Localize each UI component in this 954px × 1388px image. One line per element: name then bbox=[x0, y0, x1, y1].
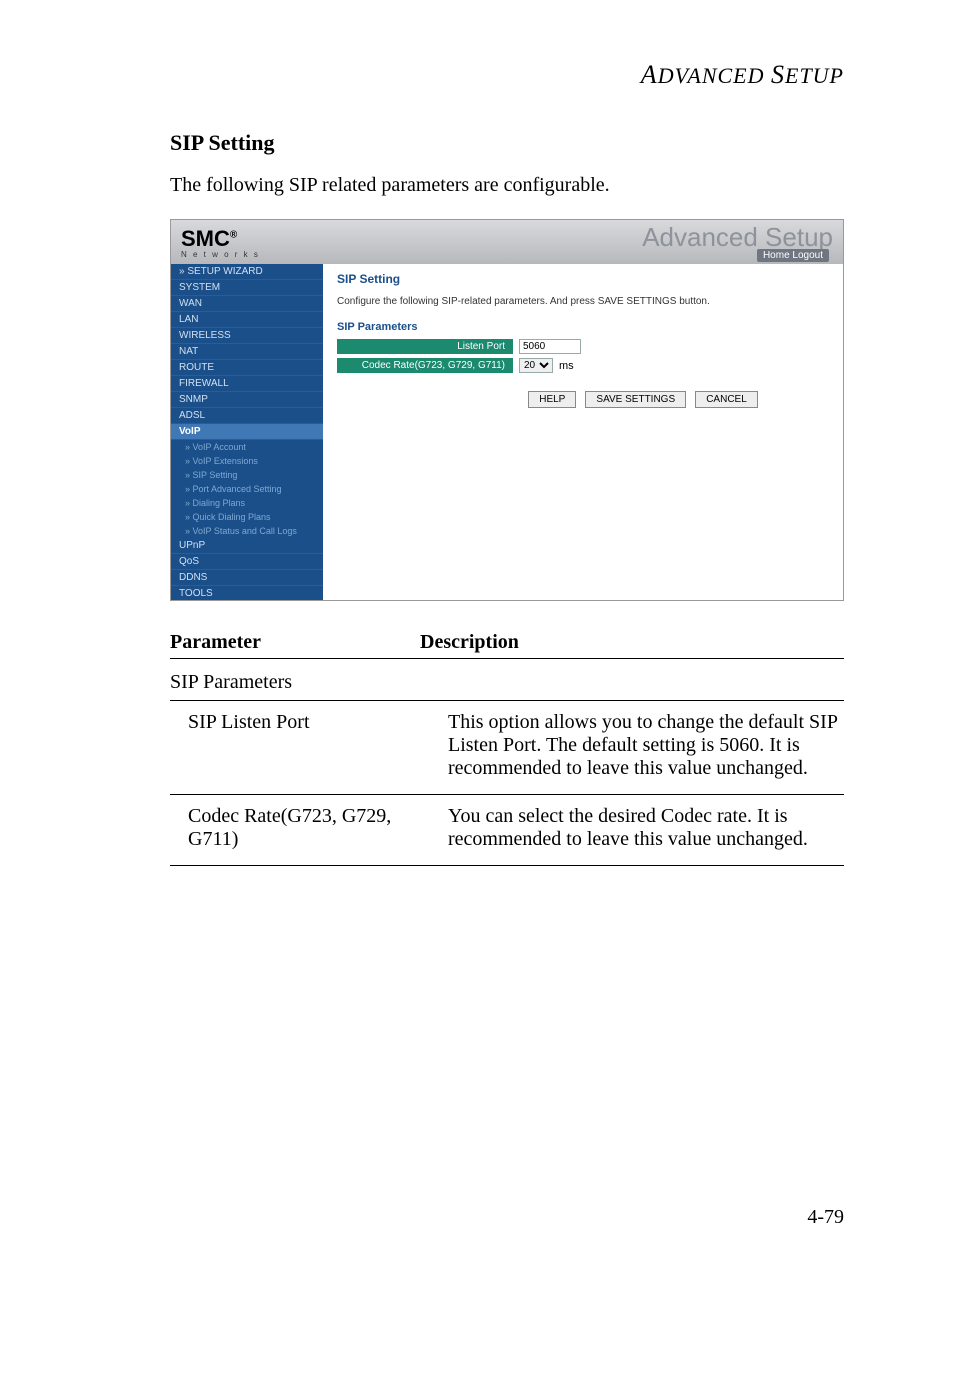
panel-description: Configure the following SIP-related para… bbox=[337, 296, 829, 307]
codec-rate-unit: ms bbox=[559, 360, 574, 372]
param-name: Codec Rate(G723, G729, G711) bbox=[170, 805, 448, 851]
param-row-codec-rate: Codec Rate(G723, G729, G711) You can sel… bbox=[170, 795, 844, 866]
cancel-button[interactable]: CANCEL bbox=[695, 391, 758, 408]
nav-setup-wizard[interactable]: » SETUP WIZARD bbox=[171, 264, 323, 280]
brand-logo: SMC® bbox=[181, 226, 237, 252]
col-description: Description bbox=[420, 631, 844, 654]
section-title: SIP Setting bbox=[170, 130, 844, 156]
content-panel: SIP Setting Configure the following SIP-… bbox=[323, 264, 843, 600]
nav-tools[interactable]: TOOLS bbox=[171, 586, 323, 600]
nav-dialing-plans[interactable]: » Dialing Plans bbox=[171, 496, 323, 510]
page-number: 4-79 bbox=[170, 1206, 844, 1229]
nav-wan[interactable]: WAN bbox=[171, 296, 323, 312]
panel-title: SIP Setting bbox=[337, 272, 829, 286]
nav-upnp[interactable]: UPnP bbox=[171, 538, 323, 554]
nav-sip-setting[interactable]: » SIP Setting bbox=[171, 468, 323, 482]
sidebar-nav: » SETUP WIZARD SYSTEM WAN LAN WIRELESS N… bbox=[171, 264, 323, 600]
screenshot-header: SMC® N e t w o r k s Advanced Setup Home… bbox=[171, 220, 843, 265]
param-desc: You can select the desired Codec rate. I… bbox=[448, 805, 844, 851]
help-button[interactable]: HELP bbox=[528, 391, 576, 408]
listen-port-label: Listen Port bbox=[337, 339, 513, 354]
nav-voip-status[interactable]: » VoIP Status and Call Logs bbox=[171, 524, 323, 538]
nav-adsl[interactable]: ADSL bbox=[171, 408, 323, 424]
codec-rate-row: Codec Rate(G723, G729, G711) 20 ms bbox=[337, 358, 829, 373]
param-group-sip: SIP Parameters bbox=[170, 665, 844, 701]
nav-snmp[interactable]: SNMP bbox=[171, 392, 323, 408]
nav-voip-extensions[interactable]: » VoIP Extensions bbox=[171, 454, 323, 468]
nav-quick-dialing[interactable]: » Quick Dialing Plans bbox=[171, 510, 323, 524]
nav-wireless[interactable]: WIRELESS bbox=[171, 328, 323, 344]
nav-lan[interactable]: LAN bbox=[171, 312, 323, 328]
brand-subtext: N e t w o r k s bbox=[181, 250, 260, 259]
listen-port-input[interactable] bbox=[519, 339, 581, 354]
nav-qos[interactable]: QoS bbox=[171, 554, 323, 570]
sip-parameters-label: SIP Parameters bbox=[337, 321, 829, 333]
nav-voip[interactable]: VoIP bbox=[171, 424, 323, 440]
nav-firewall[interactable]: FIREWALL bbox=[171, 376, 323, 392]
param-name: SIP Listen Port bbox=[170, 711, 448, 780]
nav-port-advanced[interactable]: » Port Advanced Setting bbox=[171, 482, 323, 496]
col-parameter: Parameter bbox=[170, 631, 420, 654]
running-header: ADVANCED SETUP bbox=[170, 60, 844, 90]
param-table-header: Parameter Description bbox=[170, 631, 844, 659]
param-row-listen-port: SIP Listen Port This option allows you t… bbox=[170, 701, 844, 795]
codec-rate-select[interactable]: 20 bbox=[519, 358, 553, 373]
codec-rate-label: Codec Rate(G723, G729, G711) bbox=[337, 358, 513, 373]
nav-route[interactable]: ROUTE bbox=[171, 360, 323, 376]
save-settings-button[interactable]: SAVE SETTINGS bbox=[585, 391, 686, 408]
button-row: HELP SAVE SETTINGS CANCEL bbox=[337, 391, 829, 408]
nav-ddns[interactable]: DDNS bbox=[171, 570, 323, 586]
nav-nat[interactable]: NAT bbox=[171, 344, 323, 360]
nav-voip-account[interactable]: » VoIP Account bbox=[171, 440, 323, 454]
screenshot-panel: SMC® N e t w o r k s Advanced Setup Home… bbox=[170, 219, 844, 601]
intro-text: The following SIP related parameters are… bbox=[170, 174, 844, 197]
header-links[interactable]: Home Logout bbox=[757, 249, 829, 262]
listen-port-row: Listen Port bbox=[337, 339, 829, 354]
param-desc: This option allows you to change the def… bbox=[448, 711, 844, 780]
nav-system[interactable]: SYSTEM bbox=[171, 280, 323, 296]
